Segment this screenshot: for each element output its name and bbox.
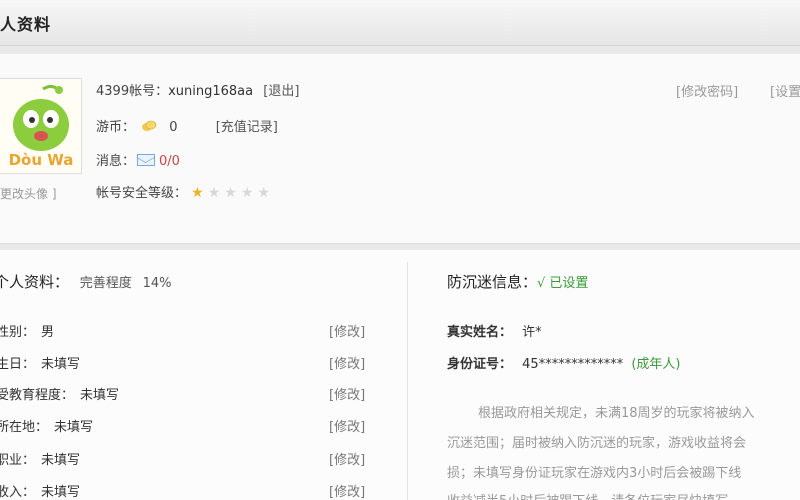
change-password-link[interactable]: [修改密码]	[676, 81, 738, 100]
completion-value: 14%	[142, 276, 172, 291]
avatar[interactable]: Dòu Wa	[0, 78, 82, 174]
profile-field-value: 未填写	[41, 357, 81, 372]
profile-field-value: 男	[41, 325, 55, 340]
profile-section-title: 个人资料： 完善程度 14%	[0, 271, 172, 292]
profile-field-label: 受教育程度：	[0, 388, 75, 403]
profile-field-label: 性别：	[0, 325, 36, 340]
profile-field-row: 生日： 未填写	[0, 353, 80, 372]
policy-line: 根据政府相关规定，未满18周岁的玩家将被纳入	[478, 406, 755, 421]
coins-row: 游币： 0 [充值记录]	[96, 116, 278, 135]
account-panel: Dòu Wa 更改头像 ] 4399帐号：xuning168aa [退出] 游币…	[0, 54, 800, 244]
star-icon: ★	[224, 185, 237, 201]
profile-field-value: 未填写	[80, 388, 120, 403]
policy-line: 收益减半5小时后被踢下线，请各位玩家尽快填写	[447, 490, 728, 500]
mail-icon[interactable]	[137, 154, 156, 166]
star-icon: ★	[207, 185, 221, 201]
logout-link[interactable]: [退出]	[263, 84, 299, 99]
anti-addiction-section-title: 防沉迷信息：√ 已设置	[447, 271, 588, 292]
account-username: xuning168aa	[168, 84, 254, 99]
profile-field-value: 未填写	[41, 485, 81, 500]
anti-addiction-title: 防沉迷信息：	[447, 273, 538, 291]
profile-field-value: 未填写	[41, 453, 81, 468]
profile-field-label: 所在地：	[0, 420, 49, 435]
column-divider	[407, 262, 408, 500]
edit-field-link[interactable]: [修改]	[329, 353, 365, 372]
coin-icon	[142, 120, 157, 131]
policy-line: 沉迷范围；届时被纳入防沉迷的玩家，游戏收益将会	[447, 436, 747, 451]
page-title: 人资料	[0, 15, 52, 34]
real-name-label: 真实姓名：	[447, 325, 513, 340]
id-number-row: 身份证号： 45************* (成年人)	[447, 353, 681, 372]
security-stars: ★ ★ ★ ★ ★	[191, 185, 274, 201]
completion-label: 完善程度	[79, 276, 132, 291]
settings-link[interactable]: [设置	[770, 81, 800, 100]
edit-field-link[interactable]: [修改]	[329, 481, 365, 500]
profile-field-label: 收入：	[0, 485, 36, 500]
message-label: 消息：	[96, 154, 136, 169]
profile-field-value: 未填写	[54, 420, 94, 435]
star-icon: ★	[257, 185, 270, 201]
profile-field-row: 职业： 未填写	[0, 449, 80, 468]
page-header: 人资料	[0, 0, 800, 46]
coins-value: 0	[169, 120, 178, 135]
profile-field-row: 收入： 未填写	[0, 481, 80, 500]
id-number-value: 45*************	[522, 357, 624, 372]
message-row: 消息： 0/0	[96, 150, 180, 169]
account-label: 4399帐号：	[96, 84, 169, 99]
edit-field-link[interactable]: [修改]	[329, 384, 365, 403]
account-row: 4399帐号：xuning168aa [退出]	[96, 80, 299, 99]
real-name-value: 许*	[522, 325, 542, 340]
profile-title: 个人资料：	[0, 273, 70, 291]
edit-field-link[interactable]: [修改]	[329, 321, 365, 340]
star-icon: ★	[191, 185, 204, 201]
security-label: 帐号安全等级：	[96, 186, 188, 201]
edit-field-link[interactable]: [修改]	[329, 449, 365, 468]
message-count[interactable]: 0/0	[159, 154, 180, 169]
profile-field-row: 性别： 男	[0, 321, 54, 340]
profile-field-row: 受教育程度： 未填写	[0, 384, 119, 403]
avatar-logo-text: Dòu Wa	[9, 151, 74, 169]
id-number-label: 身份证号：	[447, 357, 513, 372]
security-row: 帐号安全等级： ★ ★ ★ ★ ★	[96, 182, 274, 201]
policy-line: 损；未填写身份证玩家在游戏内3小时后会被踢下线	[447, 466, 742, 481]
star-icon: ★	[240, 185, 254, 201]
real-name-row: 真实姓名： 许*	[447, 321, 542, 340]
recharge-record-link[interactable]: [充值记录]	[216, 120, 278, 135]
profile-field-label: 生日：	[0, 357, 36, 372]
coins-label: 游币：	[96, 120, 136, 135]
profile-field-label: 职业：	[0, 453, 36, 468]
edit-avatar-link[interactable]: 更改头像 ]	[0, 185, 57, 202]
avatar-image: Dòu Wa	[0, 79, 81, 173]
edit-field-link[interactable]: [修改]	[329, 416, 365, 435]
anti-addiction-status: √ 已设置	[537, 276, 589, 291]
adult-badge: (成年人)	[631, 357, 681, 372]
profile-field-row: 所在地： 未填写	[0, 416, 93, 435]
